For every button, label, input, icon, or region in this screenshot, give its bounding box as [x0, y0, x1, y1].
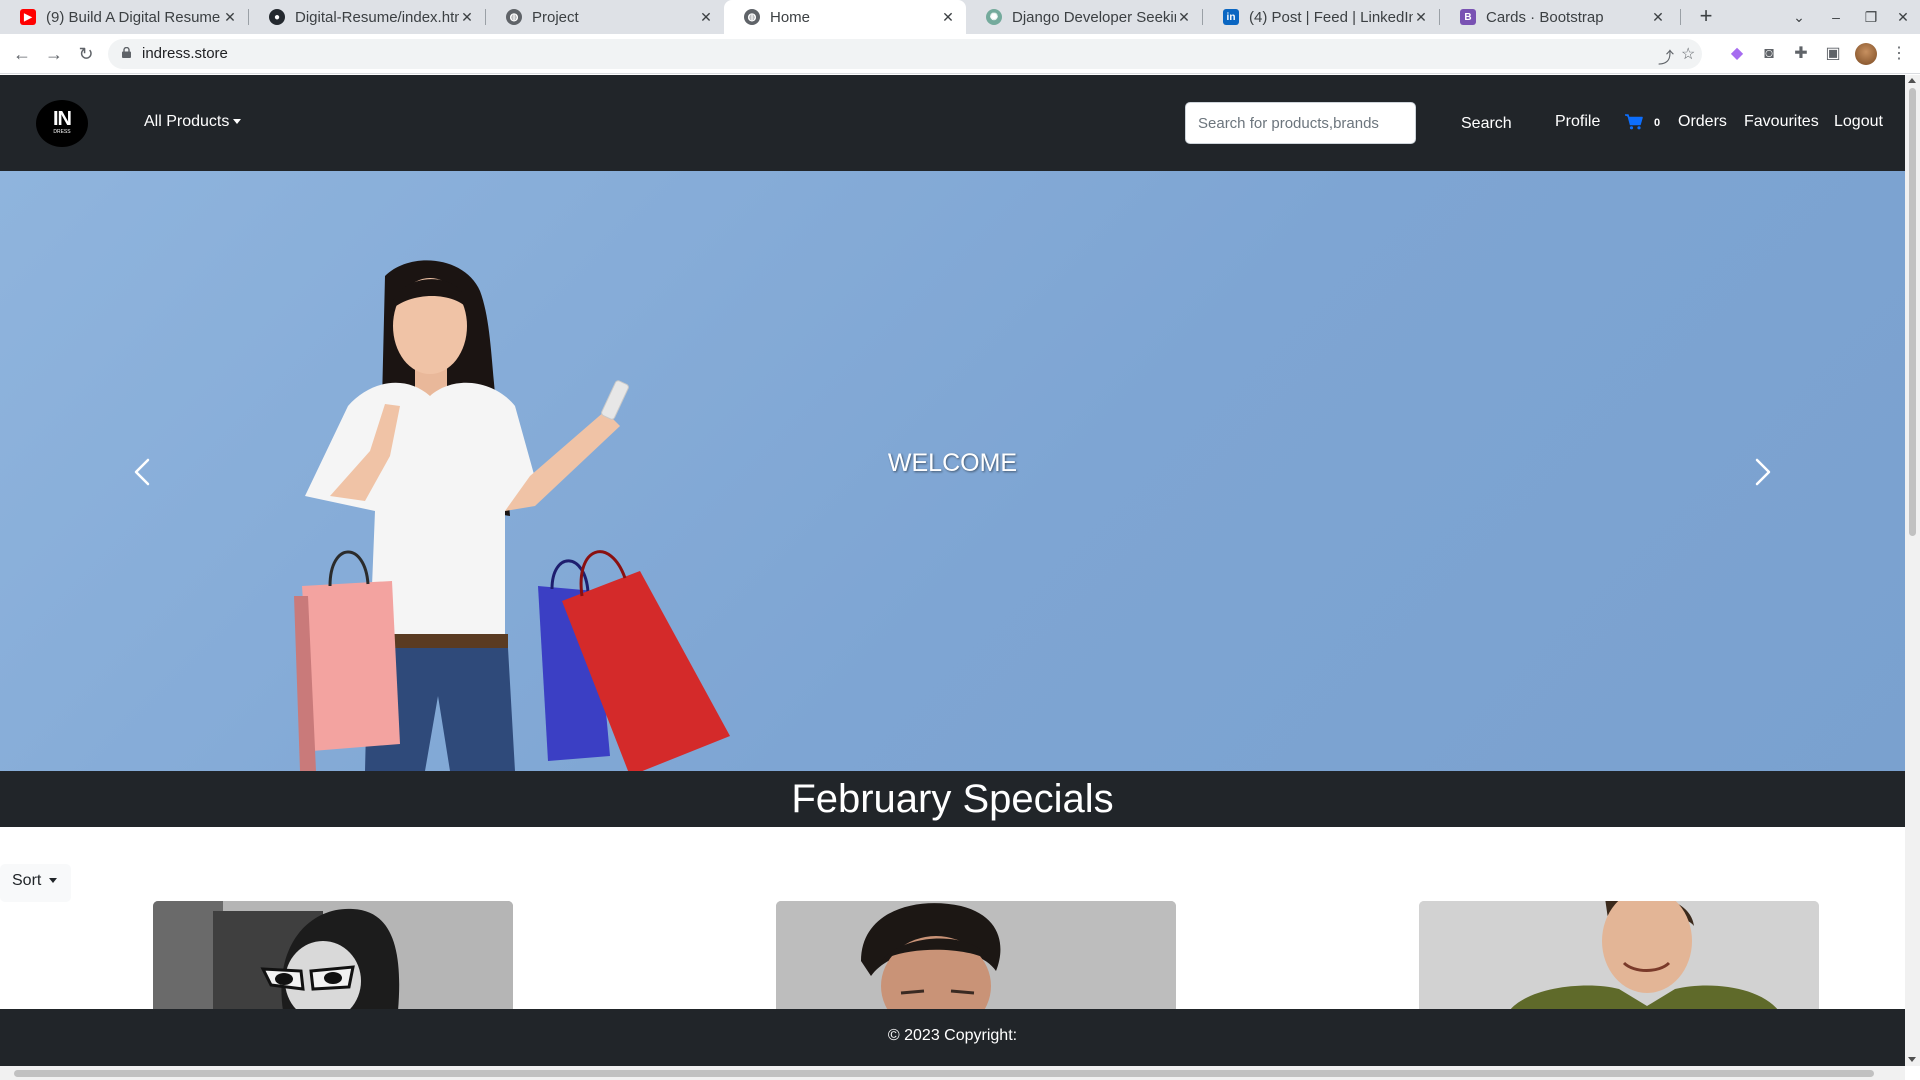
caret-down-icon [233, 119, 242, 125]
puzzle-extensions-icon[interactable]: ✚ [1790, 43, 1812, 65]
lock-icon [122, 47, 131, 58]
tab-close-icon[interactable]: ✕ [222, 9, 238, 26]
chatgpt-icon: ✺ [986, 9, 1002, 25]
address-bar[interactable]: indress.store ⤴ ☆ [108, 39, 1702, 69]
browser-tab[interactable]: in (4) Post | Feed | LinkedIn ✕ [1203, 0, 1439, 34]
new-tab-button[interactable]: + [1694, 5, 1718, 29]
page-viewport: IN DRESS All Products Search Profile 0 O… [0, 75, 1905, 1066]
logo-subtext: DRESS [53, 129, 71, 135]
globe-icon: ◍ [744, 9, 760, 25]
specials-banner: February Specials [0, 771, 1905, 827]
profile-avatar[interactable] [1855, 43, 1877, 65]
site-logo[interactable]: IN DRESS [36, 100, 88, 147]
tab-close-icon[interactable]: ✕ [1176, 9, 1192, 26]
horizontal-scroll-thumb[interactable] [14, 1070, 1874, 1077]
url-text: indress.store [142, 45, 228, 62]
browser-toolbar: ← → ↻ indress.store ⤴ ☆ ◆ ◙ ✚ ▣ ⋮ [0, 34, 1920, 74]
tab-title: (9) Build A Digital Resume [46, 8, 221, 26]
all-products-label: All Products [144, 113, 230, 130]
hero-welcome-text: WELCOME [887, 449, 1018, 477]
search-input[interactable] [1185, 102, 1416, 144]
tab-title: Project [532, 8, 579, 26]
site-navbar: IN DRESS All Products Search Profile 0 O… [0, 75, 1905, 171]
orders-link[interactable]: Orders [1678, 113, 1727, 131]
youtube-icon: ▶ [20, 9, 36, 25]
linkedin-icon: in [1223, 9, 1239, 25]
browser-tab[interactable]: ● Digital-Resume/index.html ✕ [249, 0, 485, 34]
hero-woman-shopping-image [294, 260, 730, 771]
tab-close-icon[interactable]: ✕ [459, 9, 475, 26]
scroll-down-icon[interactable] [1908, 1057, 1916, 1062]
vertical-scrollbar[interactable] [1905, 75, 1920, 1066]
site-footer: © 2023 Copyright: [0, 1009, 1905, 1066]
profile-link[interactable]: Profile [1555, 113, 1600, 131]
tab-title: (4) Post | Feed | LinkedIn [1249, 8, 1413, 26]
back-arrow-icon[interactable]: ← [10, 42, 34, 66]
footer-copyright: © 2023 Copyright: [887, 1027, 1018, 1044]
specials-title: February Specials [791, 777, 1114, 821]
tab-close-icon[interactable]: ✕ [698, 9, 714, 26]
product-image-woman-sunglasses [153, 901, 513, 1011]
cart-count-badge: 0 [1654, 117, 1661, 129]
tab-title: Cards · Bootstrap [1486, 8, 1604, 26]
sort-label: Sort [12, 872, 42, 889]
tab-title: Django Developer Seeking [1012, 8, 1176, 26]
tab-search-icon[interactable]: ⌄ [1784, 4, 1814, 30]
tab-close-icon[interactable]: ✕ [1413, 9, 1429, 26]
product-card[interactable] [776, 901, 1176, 1011]
restore-icon[interactable]: ❐ [1856, 4, 1886, 30]
globe-icon: ◍ [506, 9, 522, 25]
scroll-up-icon[interactable] [1908, 78, 1916, 83]
extension-icon[interactable]: ◆ [1726, 43, 1748, 65]
search-button[interactable]: Search [1461, 115, 1512, 133]
hero-carousel: WELCOME [0, 171, 1905, 771]
sort-dropdown[interactable]: Sort [0, 864, 71, 902]
bookmark-star-icon[interactable]: ☆ [1681, 44, 1695, 64]
browser-tab[interactable]: ▶ (9) Build A Digital Resume ✕ [0, 0, 248, 34]
minimize-icon[interactable]: – [1821, 4, 1851, 30]
bootstrap-icon: B [1460, 9, 1476, 25]
logout-link[interactable]: Logout [1834, 113, 1883, 131]
browser-tab-strip: ▶ (9) Build A Digital Resume ✕ ● Digital… [0, 0, 1920, 34]
tab-divider [1680, 9, 1681, 25]
browser-tab[interactable]: ✺ Django Developer Seeking ✕ [966, 0, 1202, 34]
more-menu-icon[interactable]: ⋮ [1888, 43, 1910, 65]
caret-down-icon [49, 878, 58, 884]
cart-icon[interactable] [1625, 114, 1643, 130]
vertical-scroll-thumb[interactable] [1909, 88, 1916, 536]
github-icon: ● [269, 9, 285, 25]
favourites-link[interactable]: Favourites [1744, 113, 1819, 131]
tab-title: Home [770, 8, 811, 26]
browser-tab-active[interactable]: ◍ Home ✕ [724, 0, 966, 34]
product-image-man-olive-shirt [1419, 901, 1819, 1011]
reload-icon[interactable]: ↻ [74, 42, 98, 66]
forward-arrow-icon[interactable]: → [42, 42, 66, 66]
browser-tab[interactable]: ◍ Project ✕ [486, 0, 724, 34]
share-icon[interactable]: ⤴ [1658, 44, 1674, 68]
carousel-next-icon[interactable] [1747, 454, 1777, 490]
product-card[interactable] [1419, 901, 1819, 1011]
logo-text: IN [53, 108, 72, 130]
camera-icon[interactable]: ◙ [1758, 43, 1780, 65]
close-window-icon[interactable]: ✕ [1888, 4, 1918, 30]
product-image-man-dark-hair [776, 901, 1176, 1011]
carousel-prev-icon[interactable] [128, 454, 158, 490]
tab-close-icon[interactable]: ✕ [1650, 9, 1666, 26]
all-products-dropdown[interactable]: All Products [144, 113, 242, 131]
product-card[interactable] [153, 901, 513, 1011]
browser-tab[interactable]: B Cards · Bootstrap ✕ [1440, 0, 1676, 34]
tab-close-icon[interactable]: ✕ [940, 9, 956, 26]
side-panel-icon[interactable]: ▣ [1822, 43, 1844, 65]
horizontal-scrollbar[interactable] [0, 1066, 1905, 1080]
tab-title: Digital-Resume/index.html [295, 8, 459, 26]
